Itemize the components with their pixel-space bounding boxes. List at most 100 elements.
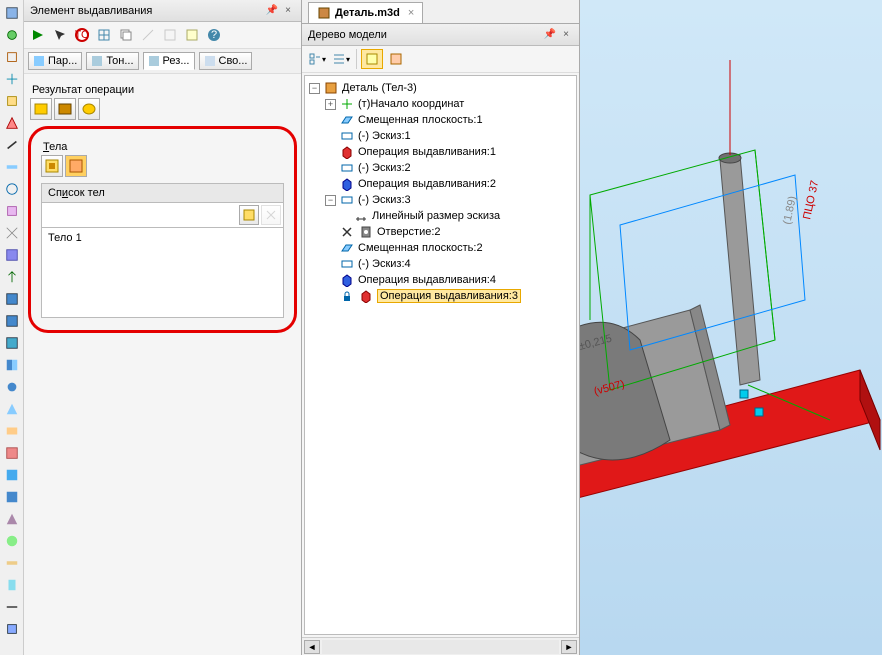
tab-params[interactable]: Пар... xyxy=(28,52,82,70)
tree-node[interactable]: Отверстие:2 xyxy=(307,224,574,240)
copy-icon[interactable] xyxy=(116,25,136,45)
tab-props[interactable]: Сво... xyxy=(199,52,253,70)
tool-icon[interactable] xyxy=(2,179,22,199)
tool-icon[interactable] xyxy=(2,91,22,111)
list-item[interactable]: Тело 1 xyxy=(48,232,277,244)
extrude-icon xyxy=(358,289,374,303)
tree-node[interactable]: Операция выдавливания:3 xyxy=(307,288,574,304)
tool-icon[interactable] xyxy=(2,553,22,573)
body-list[interactable]: Тело 1 xyxy=(41,228,284,318)
tool-icon[interactable] xyxy=(2,443,22,463)
tool-icon[interactable] xyxy=(2,531,22,551)
tree-node[interactable]: Линейный размер эскиза xyxy=(307,208,574,224)
tool-icon[interactable] xyxy=(2,69,22,89)
tree-node[interactable]: Операция выдавливания:4 xyxy=(307,272,574,288)
annotation: ПЦО 37 xyxy=(801,179,821,220)
bodies-mode-icon[interactable] xyxy=(65,155,87,177)
extrude-icon xyxy=(339,177,355,191)
tree-label: Смещенная плоскость:2 xyxy=(358,242,483,254)
tree-node[interactable]: Смещенная плоскость:1 xyxy=(307,112,574,128)
tree-node[interactable]: (-) Эскиз:2 xyxy=(307,160,574,176)
tree-node[interactable]: Смещенная плоскость:2 xyxy=(307,240,574,256)
tool-icon[interactable] xyxy=(2,619,22,639)
collapse-icon[interactable]: − xyxy=(309,83,320,94)
tool-icon[interactable] xyxy=(2,399,22,419)
close-icon[interactable]: × xyxy=(281,4,295,18)
scroll-track[interactable] xyxy=(322,640,559,654)
tool-icon[interactable] xyxy=(2,201,22,221)
tree-node[interactable]: − (-) Эскиз:3 xyxy=(307,192,574,208)
model-tree[interactable]: − Деталь (Тел-3) + (т)Начало координат С… xyxy=(304,75,577,635)
collapse-icon[interactable]: − xyxy=(325,195,336,206)
tab-thin[interactable]: Тон... xyxy=(86,52,138,70)
section-result-label: Результат операции xyxy=(32,84,295,96)
tree-tool-icon[interactable] xyxy=(361,49,383,69)
tool-icon[interactable] xyxy=(2,465,22,485)
tree-label: Операция выдавливания:4 xyxy=(358,274,496,286)
tool-icon[interactable] xyxy=(2,25,22,45)
result-mode-icon[interactable] xyxy=(30,98,52,120)
tool-icon[interactable] xyxy=(2,355,22,375)
close-icon[interactable]: × xyxy=(408,7,414,19)
tool-icon[interactable] xyxy=(2,377,22,397)
expand-icon[interactable]: + xyxy=(325,99,336,110)
bodies-mode-icon[interactable] xyxy=(41,155,63,177)
stop-icon[interactable]: STOP xyxy=(72,25,92,45)
pin-icon[interactable]: 📌 xyxy=(265,4,279,18)
tree-tool-icon[interactable] xyxy=(385,49,407,69)
tool-icon[interactable] xyxy=(2,311,22,331)
tool-icon[interactable] xyxy=(2,245,22,265)
arrow-icon[interactable] xyxy=(28,25,48,45)
tree-tool-icon[interactable]: ▾ xyxy=(330,49,352,69)
plane-icon xyxy=(339,241,355,255)
tab-result[interactable]: Рез... xyxy=(143,52,195,70)
tree-tool-icon[interactable]: ▾ xyxy=(306,49,328,69)
tool-icon[interactable] xyxy=(2,333,22,353)
dimension-icon xyxy=(353,209,369,223)
scroll-right-icon[interactable]: ► xyxy=(561,640,577,654)
tool-icon[interactable] xyxy=(2,267,22,287)
add-body-icon[interactable] xyxy=(239,205,259,225)
grid-icon[interactable] xyxy=(94,25,114,45)
tabs-row: Пар... Тон... Рез... Сво... xyxy=(24,49,301,74)
tool-icon[interactable] xyxy=(2,421,22,441)
result-mode-icon[interactable] xyxy=(78,98,100,120)
cursor-icon[interactable] xyxy=(50,25,70,45)
close-icon[interactable]: × xyxy=(559,28,573,42)
tool-icon xyxy=(138,25,158,45)
tool-icon[interactable] xyxy=(2,3,22,23)
svg-text:?: ? xyxy=(211,29,217,41)
panel-header: Элемент выдавливания 📌 × xyxy=(24,0,301,22)
tool-icon[interactable] xyxy=(2,135,22,155)
tree-node[interactable]: (-) Эскиз:4 xyxy=(307,256,574,272)
extrude-icon xyxy=(339,145,355,159)
tool-icon[interactable] xyxy=(2,289,22,309)
document-tab[interactable]: Деталь.m3d × xyxy=(308,2,423,23)
help-icon[interactable]: ? xyxy=(204,25,224,45)
tool-icon[interactable] xyxy=(2,157,22,177)
tree-node[interactable]: Операция выдавливания:1 xyxy=(307,144,574,160)
result-mode-icon[interactable] xyxy=(54,98,76,120)
3d-viewport[interactable]: (v507) ±0,215 ПЦО 37 (1.89) xyxy=(580,0,882,655)
tool-icon[interactable] xyxy=(2,487,22,507)
tree-label: Деталь (Тел-3) xyxy=(342,82,417,94)
scroll-left-icon[interactable]: ◄ xyxy=(304,640,320,654)
tree-label: Операция выдавливания:1 xyxy=(358,146,496,158)
tree-node[interactable]: + (т)Начало координат xyxy=(307,96,574,112)
tree-label: Операция выдавливания:2 xyxy=(358,178,496,190)
tree-node[interactable]: − Деталь (Тел-3) xyxy=(307,80,574,96)
tool-icon xyxy=(160,25,180,45)
tool-icon[interactable] xyxy=(2,597,22,617)
tree-node[interactable]: (-) Эскиз:1 xyxy=(307,128,574,144)
horizontal-scrollbar[interactable]: ◄ ► xyxy=(302,637,579,655)
tool-icon[interactable] xyxy=(2,47,22,67)
list-header: Список тел xyxy=(41,183,284,203)
tree-node[interactable]: Операция выдавливания:2 xyxy=(307,176,574,192)
tool-icon[interactable] xyxy=(2,113,22,133)
pin-icon[interactable]: 📌 xyxy=(543,28,557,42)
tool-icon[interactable] xyxy=(2,575,22,595)
note-icon[interactable] xyxy=(182,25,202,45)
tool-icon[interactable] xyxy=(2,223,22,243)
remove-body-icon xyxy=(261,205,281,225)
tool-icon[interactable] xyxy=(2,509,22,529)
